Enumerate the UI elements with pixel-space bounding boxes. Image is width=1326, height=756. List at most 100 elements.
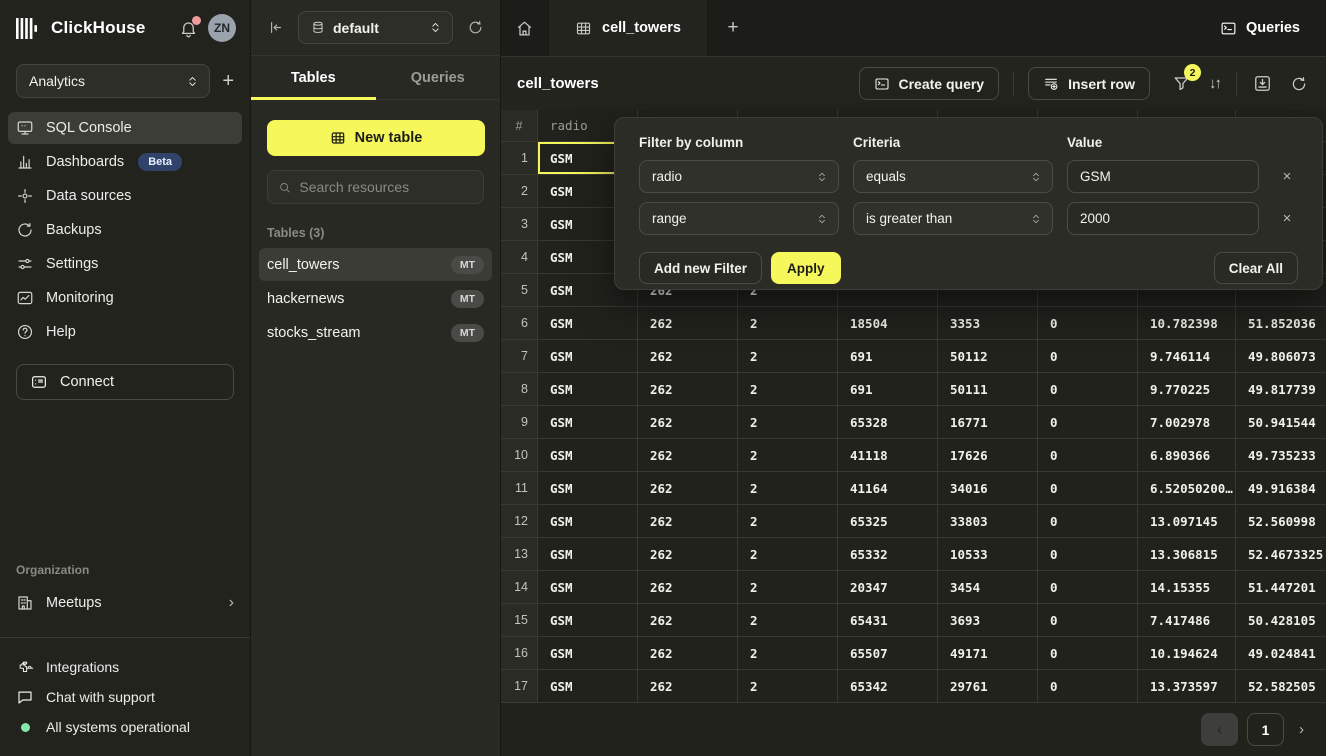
workspace-tab-cell-towers[interactable]: cell_towers (548, 0, 708, 56)
cell[interactable]: 262 (638, 538, 738, 571)
cell[interactable]: 49.806073 (1236, 340, 1326, 373)
cell[interactable]: 13.306815 (1138, 538, 1236, 571)
cell[interactable]: 2 (738, 373, 838, 406)
table-list-item-hackernews[interactable]: hackernews MT (259, 282, 492, 315)
queries-button[interactable]: Queries (1194, 0, 1326, 56)
cell[interactable]: 262 (638, 340, 738, 373)
cell[interactable]: 262 (638, 373, 738, 406)
cell[interactable]: GSM (538, 307, 638, 340)
sort-button[interactable]: ↓↑ (1207, 73, 1222, 94)
cell[interactable]: 52.582505 (1236, 670, 1326, 703)
filter-criteria-select[interactable]: equals (853, 160, 1053, 193)
cell[interactable]: 0 (1038, 670, 1138, 703)
cell[interactable]: 0 (1038, 604, 1138, 637)
cell[interactable]: 49171 (938, 637, 1038, 670)
cell[interactable]: 10.782398 (1138, 307, 1236, 340)
cell[interactable]: 49.024841 (1236, 637, 1326, 670)
cell[interactable]: GSM (538, 340, 638, 373)
cell[interactable]: 17626 (938, 439, 1038, 472)
filter-value-input[interactable] (1067, 160, 1259, 193)
filter-criteria-select[interactable]: is greater than (853, 202, 1053, 235)
cell[interactable]: GSM (538, 670, 638, 703)
cell[interactable]: 49.916384 (1236, 472, 1326, 505)
cell[interactable]: 262 (638, 406, 738, 439)
tab-tables[interactable]: Tables (251, 56, 376, 99)
filter-button[interactable]: 2 (1170, 72, 1193, 95)
cell[interactable]: 2 (738, 340, 838, 373)
cell[interactable]: 2 (738, 439, 838, 472)
sidebar-item-settings[interactable]: Settings (8, 248, 242, 280)
cell[interactable]: 49.817739 (1236, 373, 1326, 406)
cell[interactable]: 18504 (838, 307, 938, 340)
cell[interactable]: 20347 (838, 571, 938, 604)
cell[interactable]: 262 (638, 604, 738, 637)
cell[interactable]: GSM (538, 472, 638, 505)
cell[interactable]: 691 (838, 373, 938, 406)
cell[interactable]: 3693 (938, 604, 1038, 637)
cell[interactable]: 13.097145 (1138, 505, 1236, 538)
cell[interactable]: 65342 (838, 670, 938, 703)
sidebar-item-dashboards[interactable]: Dashboards Beta (8, 146, 242, 178)
cell[interactable]: 65431 (838, 604, 938, 637)
cell[interactable]: 0 (1038, 505, 1138, 538)
cell[interactable]: 2 (738, 307, 838, 340)
cell[interactable]: 52.4673325 (1236, 538, 1326, 571)
cell[interactable]: 51.447201 (1236, 571, 1326, 604)
cell[interactable]: 13.373597 (1138, 670, 1236, 703)
current-page-button[interactable]: 1 (1247, 713, 1284, 746)
tab-queries[interactable]: Queries (376, 56, 501, 99)
cell[interactable]: 2 (738, 538, 838, 571)
cell[interactable]: 41164 (838, 472, 938, 505)
cell[interactable]: 262 (638, 571, 738, 604)
cell[interactable]: 50111 (938, 373, 1038, 406)
cell[interactable]: 2 (738, 571, 838, 604)
filter-value-input[interactable] (1067, 202, 1259, 235)
cell[interactable]: 10533 (938, 538, 1038, 571)
create-query-button[interactable]: Create query (859, 67, 1000, 100)
cell[interactable]: 0 (1038, 439, 1138, 472)
cell[interactable]: 2 (738, 472, 838, 505)
refresh-tables-button[interactable] (467, 19, 484, 36)
sidebar-item-meetups[interactable]: Meetups › (8, 587, 242, 619)
cell[interactable]: 33803 (938, 505, 1038, 538)
cell[interactable]: 691 (838, 340, 938, 373)
cell[interactable]: 0 (1038, 307, 1138, 340)
workspace-select[interactable]: Analytics (16, 64, 210, 98)
download-button[interactable] (1251, 72, 1274, 95)
cell[interactable]: 50.941544 (1236, 406, 1326, 439)
cell[interactable]: 65325 (838, 505, 938, 538)
cell[interactable]: 29761 (938, 670, 1038, 703)
collapse-panel-button[interactable] (267, 19, 284, 36)
cell[interactable]: 3454 (938, 571, 1038, 604)
cell[interactable]: 6.52050200… (1138, 472, 1236, 505)
cell[interactable]: 2 (738, 406, 838, 439)
cell[interactable]: 9.770225 (1138, 373, 1236, 406)
cell[interactable]: 65507 (838, 637, 938, 670)
cell[interactable]: 14.15355 (1138, 571, 1236, 604)
insert-row-button[interactable]: Insert row (1028, 67, 1150, 100)
cell[interactable]: 262 (638, 439, 738, 472)
connect-button[interactable]: Connect (16, 364, 234, 400)
add-filter-button[interactable]: Add new Filter (639, 252, 762, 284)
cell[interactable]: GSM (538, 439, 638, 472)
new-tab-button[interactable]: + (708, 0, 758, 56)
clear-all-filters-button[interactable]: Clear All (1214, 252, 1298, 284)
apply-filters-button[interactable]: Apply (771, 252, 841, 284)
home-button[interactable] (501, 0, 548, 56)
cell[interactable]: 262 (638, 637, 738, 670)
next-page-button[interactable]: › (1293, 721, 1310, 738)
cell[interactable]: 7.002978 (1138, 406, 1236, 439)
cell[interactable]: 2 (738, 637, 838, 670)
cell[interactable]: 2 (738, 505, 838, 538)
cell[interactable]: GSM (538, 406, 638, 439)
cell[interactable]: 65328 (838, 406, 938, 439)
cell[interactable]: 51.852036 (1236, 307, 1326, 340)
notifications-button[interactable] (179, 19, 198, 38)
sidebar-item-data-sources[interactable]: Data sources (8, 180, 242, 212)
cell[interactable]: GSM (538, 505, 638, 538)
cell[interactable]: 0 (1038, 637, 1138, 670)
cell[interactable]: GSM (538, 604, 638, 637)
cell[interactable]: 65332 (838, 538, 938, 571)
sidebar-item-chat-support[interactable]: Chat with support (0, 682, 250, 712)
database-select[interactable]: default (298, 11, 453, 44)
